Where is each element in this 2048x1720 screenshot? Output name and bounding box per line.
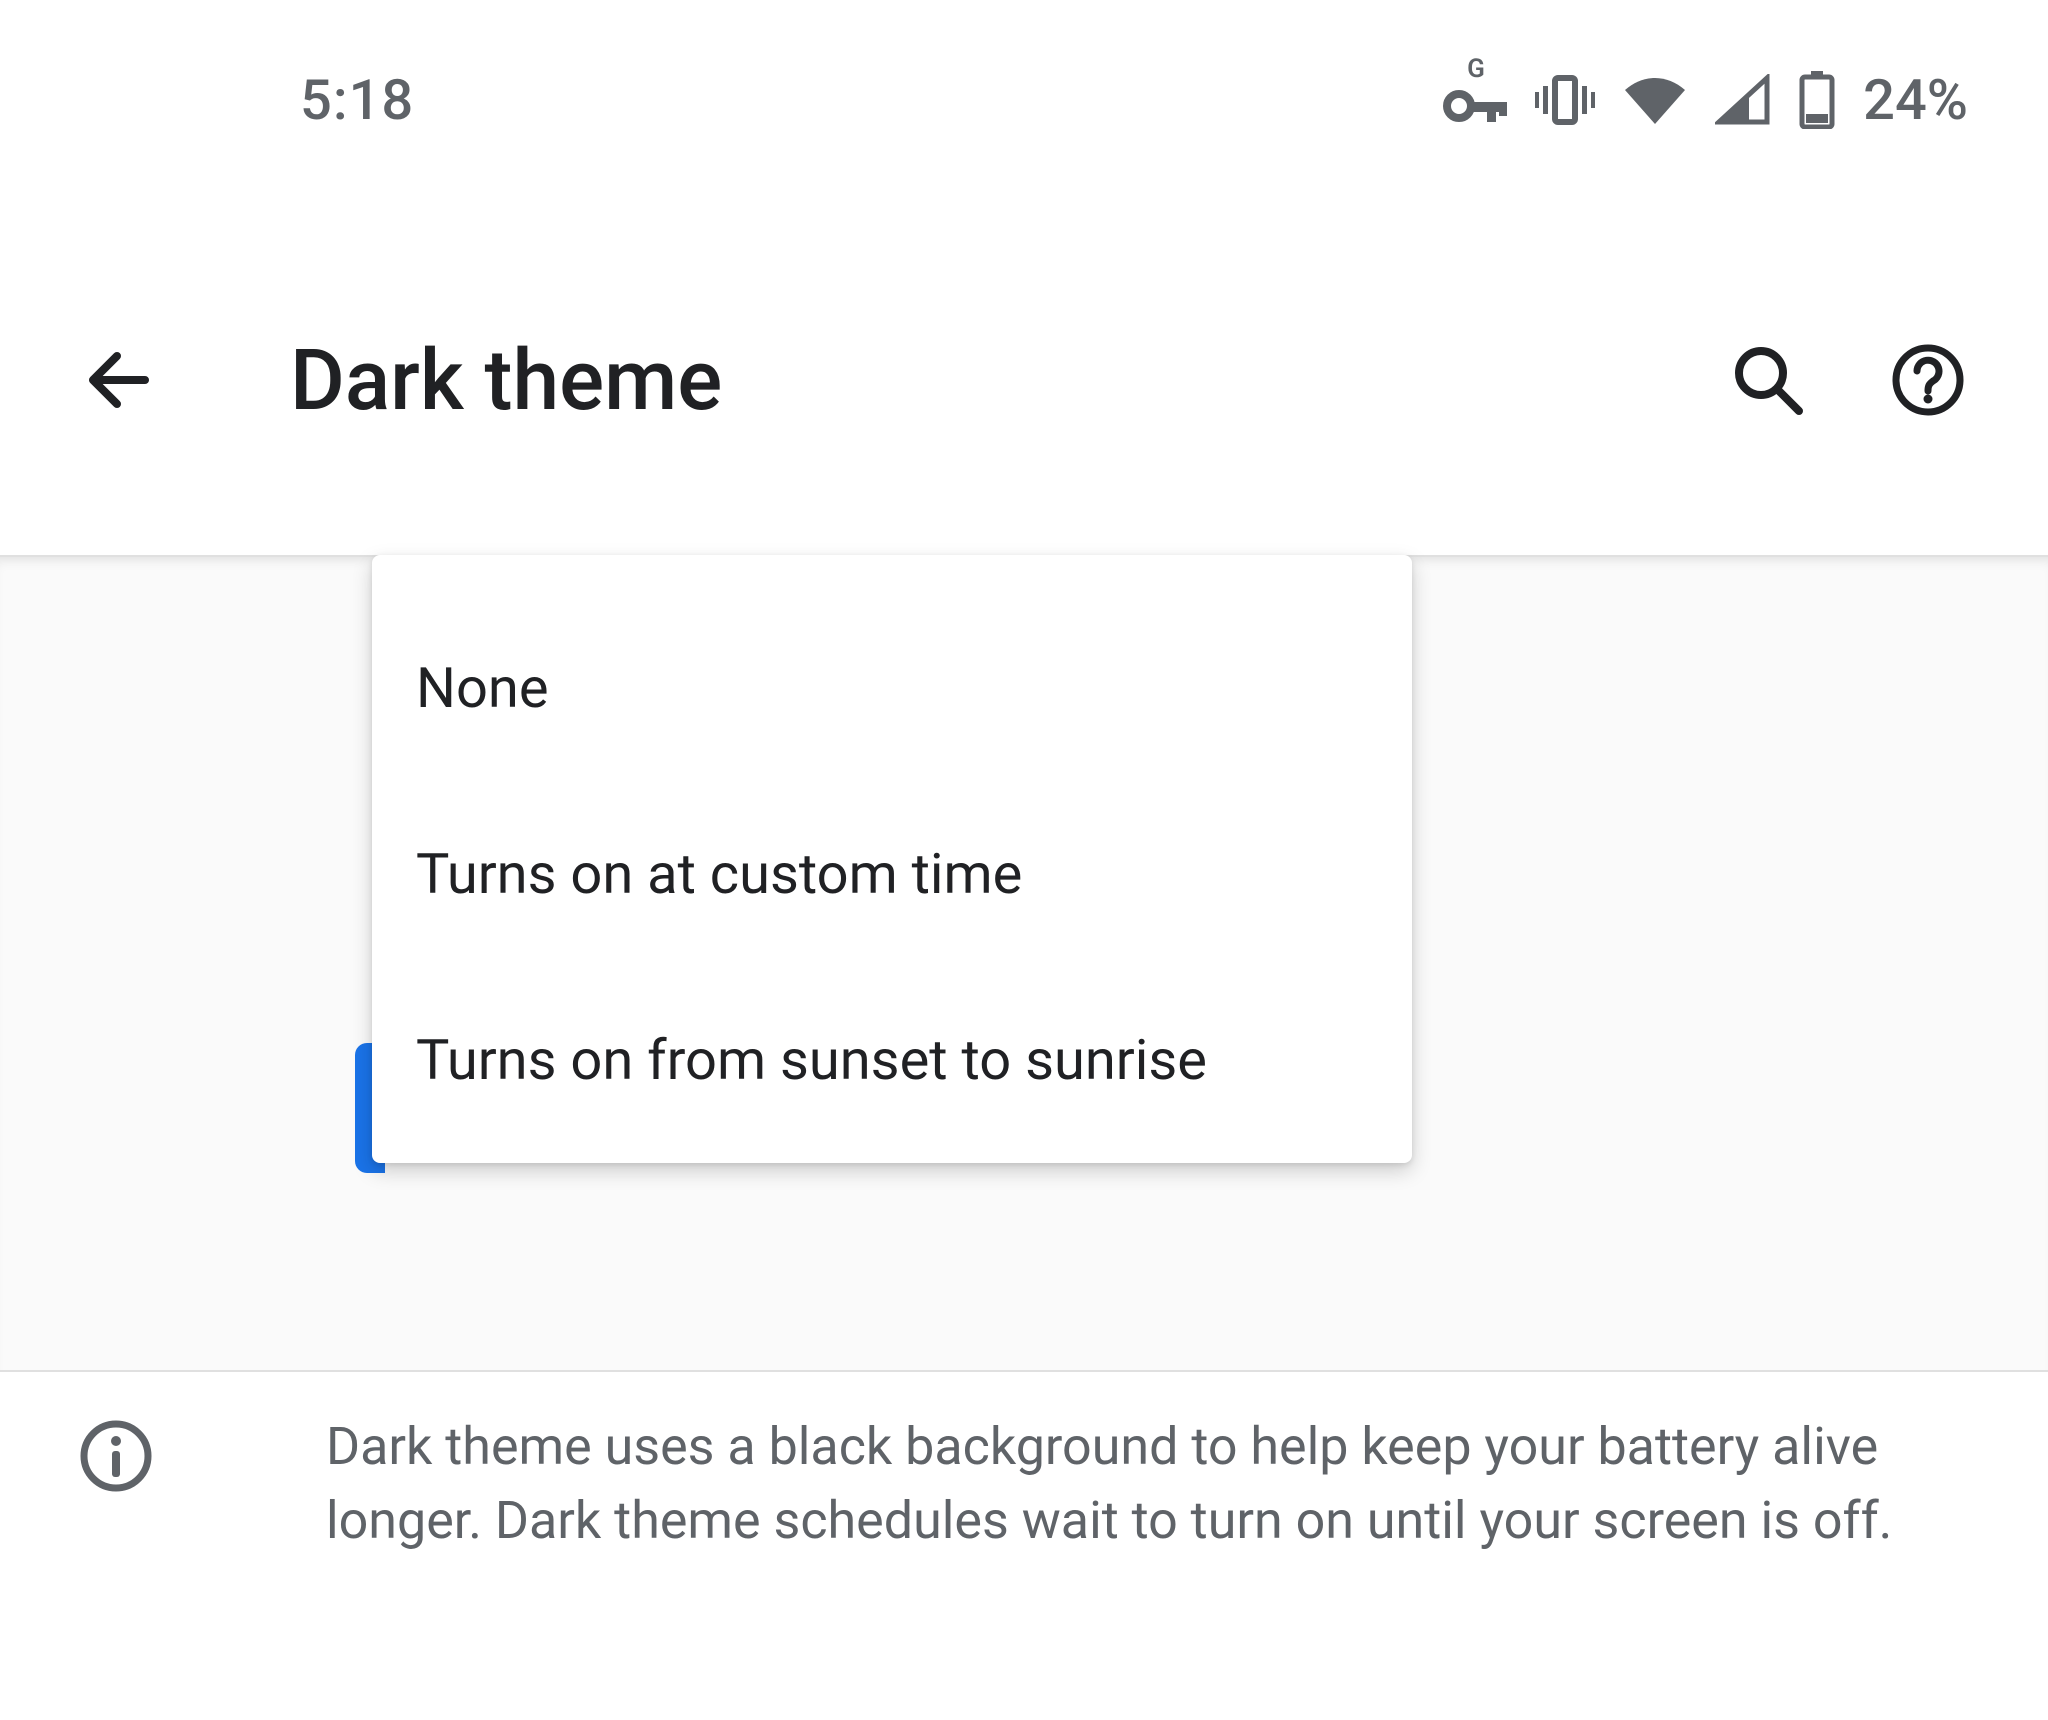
help-icon <box>1889 341 1967 419</box>
status-bar: 5:18 G <box>0 0 2048 200</box>
battery-percentage: 24% <box>1863 67 1968 133</box>
vibrate-icon <box>1535 74 1595 126</box>
page-title: Dark theme <box>290 331 1708 430</box>
menu-item-sunset-sunrise[interactable]: Turns on from sunset to sunrise <box>372 967 1412 1153</box>
back-icon <box>81 341 159 419</box>
status-time: 5:18 <box>300 67 414 133</box>
cell-signal-icon <box>1715 74 1771 126</box>
screen: 5:18 G <box>0 0 2048 1720</box>
info-text: Dark theme uses a black background to he… <box>326 1410 1946 1558</box>
menu-item-custom-time[interactable]: Turns on at custom time <box>372 781 1412 967</box>
status-icons: G <box>1443 67 1968 133</box>
back-button[interactable] <box>60 341 180 419</box>
menu-item-none[interactable]: None <box>372 595 1412 781</box>
wifi-icon <box>1623 74 1687 126</box>
schedule-menu: None Turns on at custom time Turns on fr… <box>372 555 1412 1163</box>
divider <box>0 1370 2048 1372</box>
info-icon <box>76 1416 156 1558</box>
vpn-key-icon: G <box>1443 76 1507 124</box>
search-icon <box>1729 341 1807 419</box>
network-badge: G <box>1467 54 1485 84</box>
battery-outline-icon <box>1799 71 1835 129</box>
app-bar: Dark theme <box>0 280 2048 480</box>
search-button[interactable] <box>1708 341 1828 419</box>
help-button[interactable] <box>1868 341 1988 419</box>
info-row: Dark theme uses a black background to he… <box>0 1410 2048 1558</box>
